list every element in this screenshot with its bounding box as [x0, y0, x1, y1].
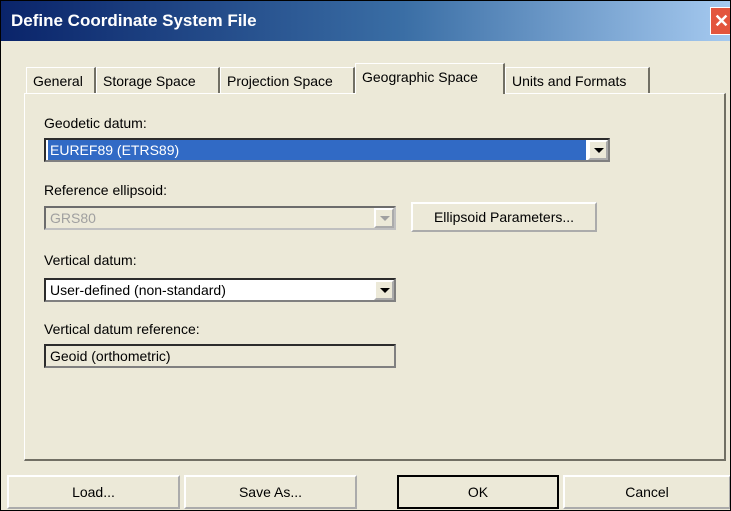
- close-icon: ✕: [713, 11, 730, 31]
- reference-ellipsoid-label: Reference ellipsoid:: [44, 182, 167, 198]
- close-button[interactable]: ✕: [710, 7, 730, 35]
- tab-strip: General Storage Space Projection Space G…: [1, 61, 730, 94]
- geodetic-datum-label: Geodetic datum:: [44, 115, 147, 131]
- vertical-datum-reference-label: Vertical datum reference:: [44, 321, 200, 337]
- tab-projection-space[interactable]: Projection Space: [220, 67, 355, 93]
- load-button[interactable]: Load...: [7, 475, 180, 509]
- reference-ellipsoid-value: GRS80: [50, 210, 96, 226]
- ellipsoid-parameters-button[interactable]: Ellipsoid Parameters...: [411, 202, 597, 232]
- dialog-window: Define Coordinate System File ✕ General …: [0, 0, 731, 511]
- cancel-button[interactable]: Cancel: [563, 475, 730, 509]
- vertical-datum-reference-value: Geoid (orthometric): [50, 348, 171, 364]
- tab-geographic-space[interactable]: Geographic Space: [355, 63, 505, 94]
- button-bar: Load... Save As... OK Cancel: [1, 473, 730, 510]
- save-as-button[interactable]: Save As...: [184, 475, 357, 509]
- tab-storage-space[interactable]: Storage Space: [96, 67, 220, 93]
- title-bar[interactable]: Define Coordinate System File ✕: [1, 1, 730, 41]
- vertical-datum-select[interactable]: User-defined (non-standard): [44, 278, 396, 302]
- geodetic-datum-select[interactable]: EUREF89 (ETRS89): [44, 138, 610, 162]
- chevron-down-icon[interactable]: [374, 280, 394, 300]
- chevron-down-icon[interactable]: [588, 140, 608, 160]
- vertical-datum-reference-field: Geoid (orthometric): [44, 344, 396, 368]
- tab-units-and-formats[interactable]: Units and Formats: [505, 67, 650, 93]
- vertical-datum-value: User-defined (non-standard): [50, 282, 226, 298]
- window-title: Define Coordinate System File: [11, 11, 257, 30]
- geodetic-datum-value: EUREF89 (ETRS89): [48, 140, 586, 160]
- tab-general[interactable]: General: [26, 67, 96, 93]
- ok-button[interactable]: OK: [397, 475, 559, 509]
- chevron-down-icon: [374, 208, 394, 228]
- geographic-space-panel: Geodetic datum: EUREF89 (ETRS89) Referen…: [24, 93, 726, 461]
- vertical-datum-label: Vertical datum:: [44, 252, 137, 268]
- reference-ellipsoid-select: GRS80: [44, 206, 396, 230]
